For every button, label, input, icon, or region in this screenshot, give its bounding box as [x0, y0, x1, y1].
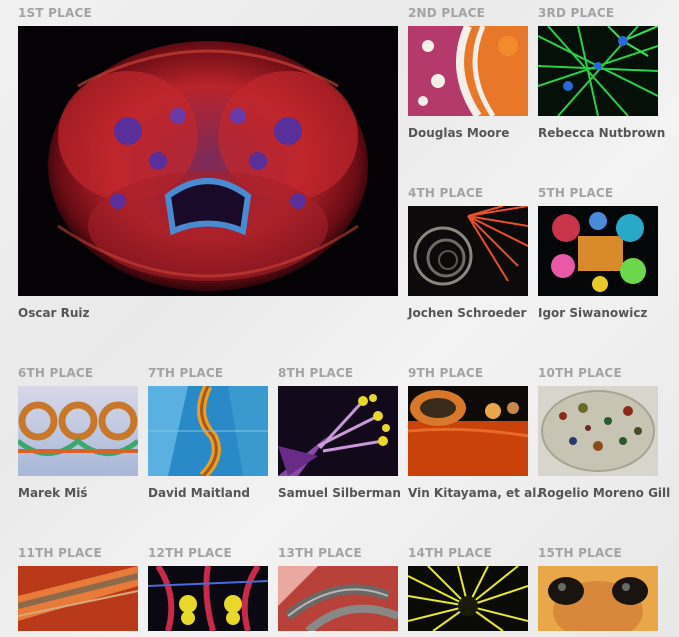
place-label: 8TH PLACE — [278, 366, 354, 380]
photographer-name[interactable]: Jochen Schroeder — [408, 306, 526, 320]
photographer-name[interactable]: Igor Siwanowicz — [538, 306, 647, 320]
photographer-name[interactable]: Oscar Ruiz — [18, 306, 90, 320]
place-label: 2ND PLACE — [408, 6, 486, 20]
photo-thumbnail[interactable] — [538, 26, 658, 116]
place-label: 15TH PLACE — [538, 546, 622, 560]
photo-thumbnail[interactable] — [408, 26, 528, 116]
place-label: 5TH PLACE — [538, 186, 614, 200]
photo-thumbnail[interactable] — [148, 566, 268, 631]
photo-thumbnail[interactable] — [278, 566, 398, 631]
photo-thumbnail[interactable] — [18, 386, 138, 476]
place-label: 12TH PLACE — [148, 546, 232, 560]
place-label: 6TH PLACE — [18, 366, 94, 380]
place-label: 9TH PLACE — [408, 366, 484, 380]
place-label: 11TH PLACE — [18, 546, 102, 560]
photo-thumbnail[interactable] — [538, 206, 658, 296]
place-label: 4TH PLACE — [408, 186, 484, 200]
photo-thumbnail[interactable] — [408, 566, 528, 631]
place-label: 14TH PLACE — [408, 546, 492, 560]
place-label: 13TH PLACE — [278, 546, 362, 560]
place-label: 7TH PLACE — [148, 366, 224, 380]
photo-thumbnail[interactable] — [148, 386, 268, 476]
photographer-name[interactable]: Samuel Silberman — [278, 486, 401, 500]
photo-thumbnail[interactable] — [538, 566, 658, 631]
photo-thumbnail[interactable] — [18, 26, 398, 296]
photo-thumbnail[interactable] — [278, 386, 398, 476]
photographer-name[interactable]: Marek Miś — [18, 486, 87, 500]
place-label: 3RD PLACE — [538, 6, 615, 20]
photographer-name[interactable]: Vin Kitayama, et al. — [408, 486, 541, 500]
photographer-name[interactable]: Douglas Moore — [408, 126, 509, 140]
photographer-name[interactable]: David Maitland — [148, 486, 250, 500]
photo-thumbnail[interactable] — [408, 206, 528, 296]
photographer-name[interactable]: Rebecca Nutbrown — [538, 126, 665, 140]
photographer-name[interactable]: Rogelio Moreno Gill — [538, 486, 670, 500]
photo-thumbnail[interactable] — [538, 386, 658, 476]
place-label: 10TH PLACE — [538, 366, 622, 380]
place-label: 1ST PLACE — [18, 6, 92, 20]
photo-thumbnail[interactable] — [408, 386, 528, 476]
photo-thumbnail[interactable] — [18, 566, 138, 631]
